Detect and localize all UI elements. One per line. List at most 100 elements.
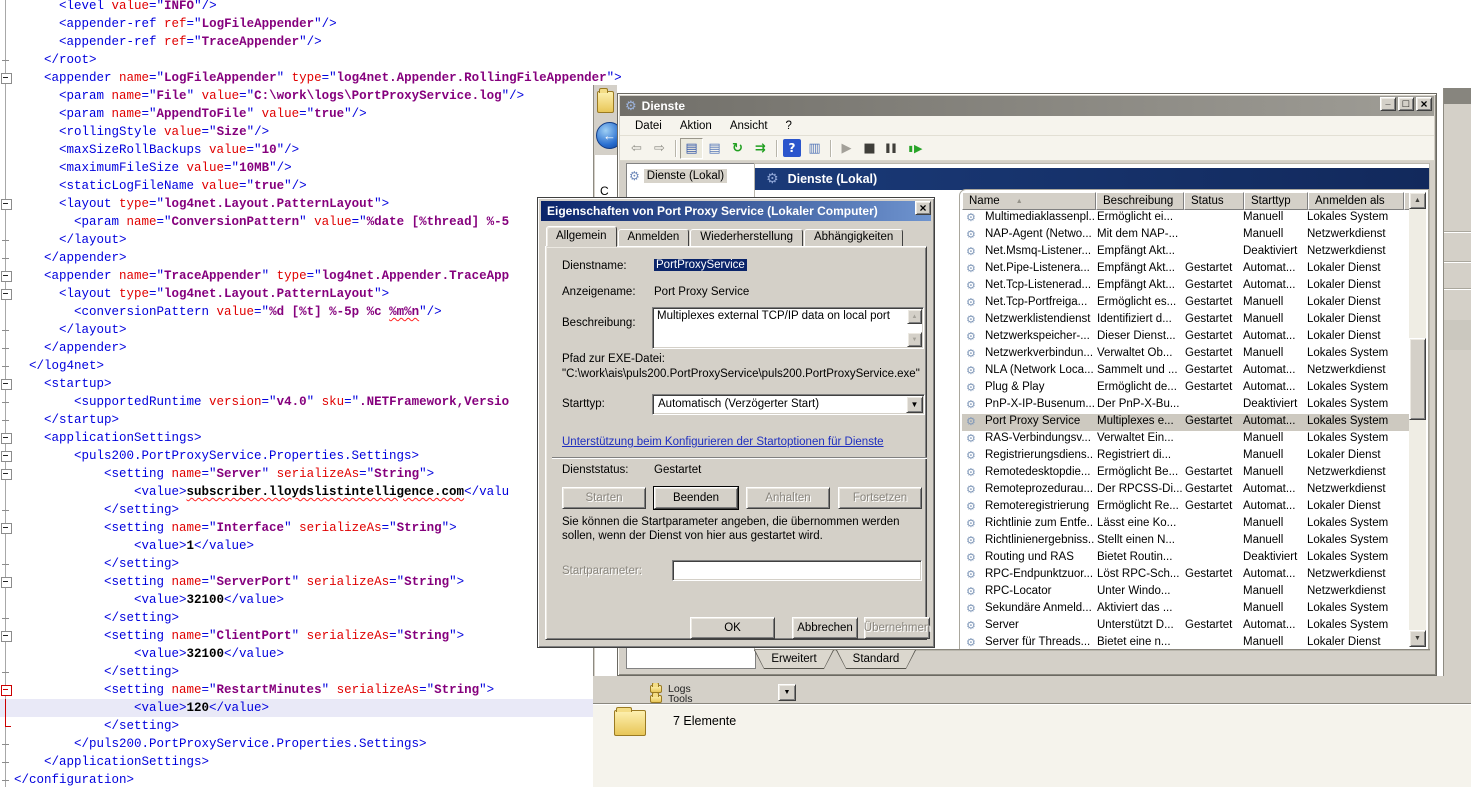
scroll-down-icon[interactable] [1409,630,1426,647]
menu-aktion[interactable]: Aktion [671,118,721,134]
service-row[interactable]: ⚙Net.Tcp-Portfreiga...Ermöglicht es...Ge… [962,295,1409,312]
service-row[interactable]: ⚙ServerUnterstützt D...GestartetAutomat.… [962,618,1409,635]
uebernehmen-button[interactable]: Übernehmen [864,617,930,639]
start-service-icon[interactable]: ▶ [835,138,858,159]
service-row[interactable]: ⚙RAS-Verbindungsv...Verwaltet Ein...Manu… [962,431,1409,448]
tab-wiederherstellung[interactable]: Wiederherstellung [690,229,803,247]
help-icon[interactable]: ? [783,139,801,157]
show-action-pane-icon[interactable]: ▥ [803,138,826,159]
service-row[interactable]: ⚙Richtlinienergebniss...Stellt einen N..… [962,533,1409,550]
service-row[interactable]: ⚙Registrierungsdiens...Registriert di...… [962,448,1409,465]
dropdown-button[interactable] [778,684,796,701]
restart-service-icon[interactable]: ▶ [904,138,927,159]
pause-service-icon[interactable]: ▌▌ [881,138,904,159]
tree-item-dienste-lokal[interactable]: ⚙ Dienste (Lokal) [629,169,727,183]
service-row[interactable]: ⚙RemoteregistrierungErmöglicht Re...Gest… [962,499,1409,516]
beschreibung-field[interactable]: Multiplexes external TCP/IP data on loca… [652,307,924,349]
dialog-titlebar[interactable]: Eigenschaften von Port Proxy Service (Lo… [541,201,931,221]
explorer-tree-node[interactable]: C [600,184,609,198]
tab-standard[interactable]: Standard [836,650,916,669]
service-row[interactable]: ⚙Netzwerkverbindun...Verwaltet Ob...Gest… [962,346,1409,363]
explorer-folder-row[interactable]: Tools [650,693,693,703]
service-row[interactable]: ⚙Plug & PlayErmöglicht de...GestartetAut… [962,380,1409,397]
maximize-button[interactable] [1398,97,1414,111]
fold-marker[interactable] [0,573,13,591]
service-row[interactable]: ⚙Server für Threads...Bietet eine n...Ma… [962,635,1409,647]
menu-ansicht[interactable]: Ansicht [721,118,777,134]
startoptions-help-link[interactable]: Unterstützung beim Konfigurieren der Sta… [562,436,884,448]
starten-button[interactable]: Starten [562,487,646,509]
service-row[interactable]: ⚙Remoteprozedurau...Der RPCSS-Di...Gesta… [962,482,1409,499]
service-row[interactable]: ⚙RPC-LocatorUnter Windo...ManuellNetzwer… [962,584,1409,601]
refresh-icon[interactable]: ↻ [726,138,749,159]
service-row[interactable]: ⚙Net.Msmq-Listener...Empfängt Akt...Deak… [962,244,1409,261]
code-line[interactable]: <appender-ref ref="TraceAppender"/> [0,33,1471,51]
scroll-up-icon[interactable] [1409,192,1426,209]
chevron-down-icon[interactable] [906,396,923,413]
fold-marker[interactable] [0,465,13,483]
service-row[interactable]: ⚙NAP-Agent (Netwo...Mit dem NAP-...Manue… [962,227,1409,244]
scroll-up-icon[interactable] [907,309,922,324]
services-titlebar[interactable]: ⚙ Dienste [620,96,1434,116]
service-row[interactable]: ⚙Net.Pipe-Listenera...Empfängt Akt...Ges… [962,261,1409,278]
scroll-down-icon[interactable] [907,332,922,347]
service-row[interactable]: ⚙Netzwerkspeicher-...Dieser Dienst...Ges… [962,329,1409,346]
code-line[interactable]: <appender-ref ref="LogFileAppender"/> [0,15,1471,33]
column-header-status[interactable]: Status [1184,192,1244,210]
service-row[interactable]: ⚙Net.Tcp-Listenerad...Empfängt Akt...Ges… [962,278,1409,295]
abbrechen-button[interactable]: Abbrechen [792,617,858,639]
fold-marker[interactable] [0,681,13,699]
tab-anmelden[interactable]: Anmelden [618,229,690,247]
anhalten-button[interactable]: Anhalten [746,487,830,509]
menu-hilfe[interactable]: ? [777,118,801,134]
starttyp-combobox[interactable]: Automatisch (Verzögerter Start) [652,394,925,415]
tab-abhaengigkeiten[interactable]: Abhängigkeiten [804,229,903,247]
fold-marker[interactable] [0,627,13,645]
code-line[interactable]: <appender name="LogFileAppender" type="l… [0,69,1471,87]
stop-service-icon[interactable]: ■ [858,138,881,159]
minimize-button[interactable] [1380,97,1396,111]
ok-button[interactable]: OK [690,617,775,639]
vertical-scrollbar[interactable] [1409,192,1426,647]
tab-allgemein[interactable]: Allgemein [546,226,617,247]
code-line[interactable]: <level value="INFO"/> [0,0,1471,15]
close-button[interactable] [1416,97,1432,111]
fold-marker[interactable] [0,285,13,303]
service-row[interactable]: ⚙Port Proxy ServiceMultiplexes e...Gesta… [962,414,1409,431]
menu-datei[interactable]: Datei [626,118,671,134]
forward-icon[interactable]: ⇨ [648,138,671,159]
startparameter-input[interactable] [672,560,922,581]
service-row[interactable]: ⚙RPC-Endpunktzuor...Löst RPC-Sch...Gesta… [962,567,1409,584]
fold-marker[interactable] [0,195,13,213]
dialog-close-icon[interactable] [915,201,931,215]
column-header-beschreibung[interactable]: Beschreibung [1096,192,1184,210]
column-header-starttyp[interactable]: Starttyp [1244,192,1308,210]
service-row[interactable]: ⚙Multimediaklassenpl...Ermöglicht ei...M… [962,210,1409,227]
service-row[interactable]: ⚙NetzwerklistendienstIdentifiziert d...G… [962,312,1409,329]
properties-icon[interactable]: ▤ [703,138,726,159]
fold-marker[interactable] [0,267,13,285]
fold-marker[interactable] [0,519,13,537]
service-row[interactable]: ⚙Sekundäre Anmeld...Aktiviert das ...Man… [962,601,1409,618]
service-row[interactable]: ⚙Remotedesktopdie...Ermöglicht Be...Gest… [962,465,1409,482]
show-console-tree-icon[interactable]: ▤ [680,138,703,159]
code-line[interactable]: </root> [0,51,1471,69]
fold-marker[interactable] [0,447,13,465]
column-header-anmelden[interactable]: Anmelden als [1308,192,1404,210]
beenden-button[interactable]: Beenden [654,487,738,509]
back-icon[interactable]: ⇦ [625,138,648,159]
fold-marker[interactable] [0,429,13,447]
column-header-name[interactable]: Name [962,192,1096,210]
service-row[interactable]: ⚙Routing und RASBietet Routin...Deaktivi… [962,550,1409,567]
service-row[interactable]: ⚙Richtlinie zum Entfe...Lässt eine Ko...… [962,516,1409,533]
fold-marker[interactable] [0,375,13,393]
service-row[interactable]: ⚙PnP-X-IP-Busenum...Der PnP-X-Bu...Deakt… [962,397,1409,414]
scrollbar-thumb[interactable] [1409,338,1426,420]
tab-erweitert[interactable]: Erweitert [754,650,834,669]
export-list-icon[interactable]: ⇉ [749,138,772,159]
service-row[interactable]: ⚙NLA (Network Loca...Sammelt und ...Gest… [962,363,1409,380]
fortsetzen-button[interactable]: Fortsetzen [838,487,922,509]
fold-marker[interactable] [0,69,13,87]
back-button[interactable] [596,122,617,149]
dienstname-value[interactable]: PortProxyService [654,259,747,271]
